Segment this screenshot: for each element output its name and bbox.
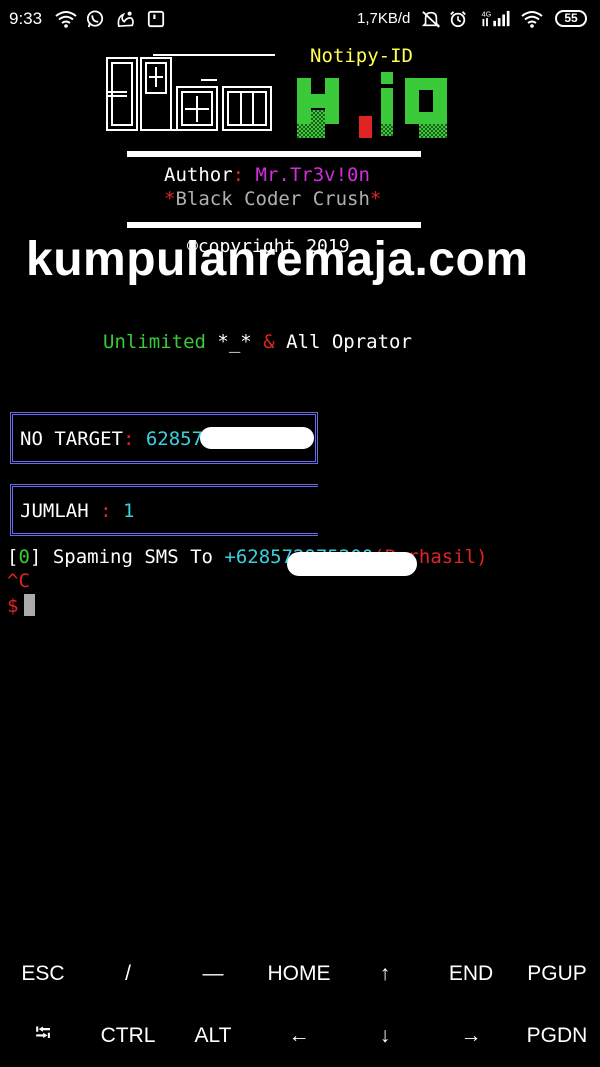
face-text: *_* <box>217 331 252 353</box>
key-slash[interactable]: / <box>85 945 171 1003</box>
output-text: Spaming SMS To <box>52 546 213 568</box>
spam-ascii-logo <box>106 54 275 131</box>
key-left[interactable]: ← <box>256 1007 342 1065</box>
key-dash[interactable]: — <box>170 945 256 1003</box>
interrupt-text: ^C <box>7 570 30 592</box>
banner-divider-bottom <box>127 222 421 228</box>
redaction-blot <box>287 552 417 576</box>
target-sep: : <box>122 428 135 450</box>
key-ctrl[interactable]: CTRL <box>85 1007 171 1065</box>
signal-icon: 4G <box>482 10 510 27</box>
author-name: Mr.Tr3v!0n <box>255 164 370 186</box>
hid-block-logo <box>297 72 447 138</box>
net-speed: 1,7KB/d <box>357 10 411 27</box>
unlimited-label: Unlimited <box>103 331 206 353</box>
bracket: [ <box>7 546 19 568</box>
count-value: 1 <box>123 500 135 522</box>
amp-text: & <box>263 331 275 353</box>
tagline-star: * <box>164 188 176 210</box>
terminal-cursor <box>24 594 36 616</box>
banner-divider-top <box>127 151 421 157</box>
count-sep: : <box>100 500 112 522</box>
tagline-star: * <box>369 188 382 210</box>
battery-level: 55 <box>564 11 578 25</box>
redaction-blot <box>200 427 314 449</box>
key-tab[interactable]: ⭾ <box>0 1007 86 1065</box>
count-box: JUMLAH : 1 <box>10 484 318 536</box>
svg-text:4G: 4G <box>482 10 492 18</box>
status-bar: 9:33 1,7KB/d 4G 55 <box>0 0 600 38</box>
alarm-icon <box>450 11 466 28</box>
count-line: JUMLAH : 1 <box>20 500 134 522</box>
mute-icon <box>421 11 441 28</box>
key-pgup[interactable]: PGUP <box>514 945 600 1003</box>
author-line: Author: Mr.Tr3v!0n <box>164 164 370 186</box>
bracket: ] <box>29 546 42 568</box>
info-line: Unlimited *_* & All Oprator <box>103 331 412 353</box>
key-pgdn[interactable]: PGDN <box>514 1007 600 1065</box>
key-alt[interactable]: ALT <box>170 1007 256 1065</box>
tool-name: Notipy-ID <box>310 45 413 67</box>
key-home[interactable]: HOME <box>256 945 342 1003</box>
tagline-text: Black Coder Crush <box>175 188 370 210</box>
operators-text: All Oprator <box>286 331 412 353</box>
count-label: JUMLAH <box>20 500 89 522</box>
tagline: *Black Coder Crush* <box>164 188 381 210</box>
key-esc[interactable]: ESC <box>0 945 86 1003</box>
author-sep: : <box>232 164 245 186</box>
wifi-icon <box>521 11 543 28</box>
target-label: NO TARGET <box>20 428 123 450</box>
key-right[interactable]: → <box>428 1007 514 1065</box>
watermark: kumpulanremaja.com <box>26 233 529 286</box>
prompt-symbol: $ <box>7 595 19 617</box>
battery-icon: 55 <box>555 10 587 27</box>
key-up[interactable]: ↑ <box>342 945 428 1003</box>
output-index: 0 <box>18 546 30 568</box>
status-time: 9:33 <box>9 9 43 28</box>
extra-keys-bar: ESC / — HOME ↑ END PGUP ⭾ CTRL ALT ← ↓ →… <box>0 945 600 1067</box>
author-label: Author <box>164 164 233 186</box>
wifi-icon <box>55 11 77 28</box>
key-down[interactable]: ↓ <box>342 1007 428 1065</box>
whatsapp-icon <box>86 10 104 28</box>
key-end[interactable]: END <box>428 945 514 1003</box>
screenshot-icon <box>147 10 165 28</box>
uc-browser-icon <box>117 11 134 28</box>
prompt-line[interactable]: $ <box>7 594 36 617</box>
